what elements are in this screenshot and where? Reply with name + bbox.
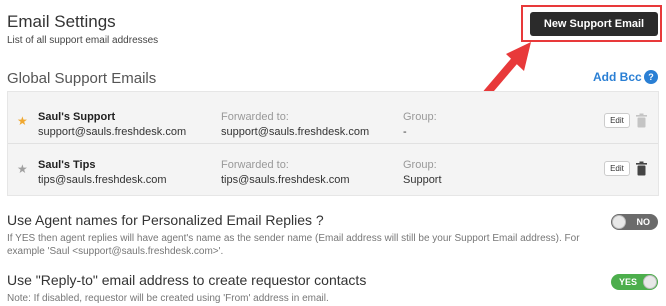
star-icon[interactable]: ★ [17,114,28,128]
group-value: Support [403,174,442,186]
reply-to-setting-note: Note: If disabled, requestor will be cre… [7,293,329,304]
trash-icon[interactable] [635,113,648,128]
email-list: ★ Saul's Support support@sauls.freshdesk… [7,91,659,196]
email-address: support@sauls.freshdesk.com [38,126,187,138]
email-row: ★ Saul's Support support@sauls.freshdesk… [8,96,658,144]
add-bcc-link[interactable]: Add Bcc [593,70,642,84]
edit-button[interactable]: Edit [604,113,630,128]
agent-names-setting-note: If YES then agent replies will have agen… [7,233,580,257]
new-support-email-button[interactable]: New Support Email [530,12,658,36]
trash-icon[interactable] [635,161,648,176]
agent-names-toggle[interactable]: NO [611,214,658,230]
toggle-label: NO [636,217,651,227]
group-label: Group: [403,159,437,171]
email-row: ★ Saul's Tips tips@sauls.freshdesk.com F… [8,144,658,192]
page-subtitle: List of all support email addresses [7,35,159,46]
group-value: - [403,126,407,138]
edit-button[interactable]: Edit [604,161,630,176]
help-icon[interactable]: ? [644,70,658,84]
forwarded-value: support@sauls.freshdesk.com [221,126,370,138]
toggle-knob [612,215,626,229]
toggle-knob [643,275,657,289]
email-name: Saul's Tips [38,159,96,171]
forwarded-value: tips@sauls.freshdesk.com [221,174,350,186]
global-support-emails-title: Global Support Emails [7,70,157,87]
agent-names-setting-title: Use Agent names for Personalized Email R… [7,212,324,228]
star-icon[interactable]: ★ [17,162,28,176]
forwarded-label: Forwarded to: [221,159,289,171]
reply-to-toggle[interactable]: YES [611,274,658,290]
email-name: Saul's Support [38,111,116,123]
forwarded-label: Forwarded to: [221,111,289,123]
page-title: Email Settings [7,12,116,31]
reply-to-setting-title: Use "Reply-to" email address to create r… [7,272,367,288]
group-label: Group: [403,111,437,123]
email-address: tips@sauls.freshdesk.com [38,174,167,186]
toggle-label: YES [619,277,638,287]
